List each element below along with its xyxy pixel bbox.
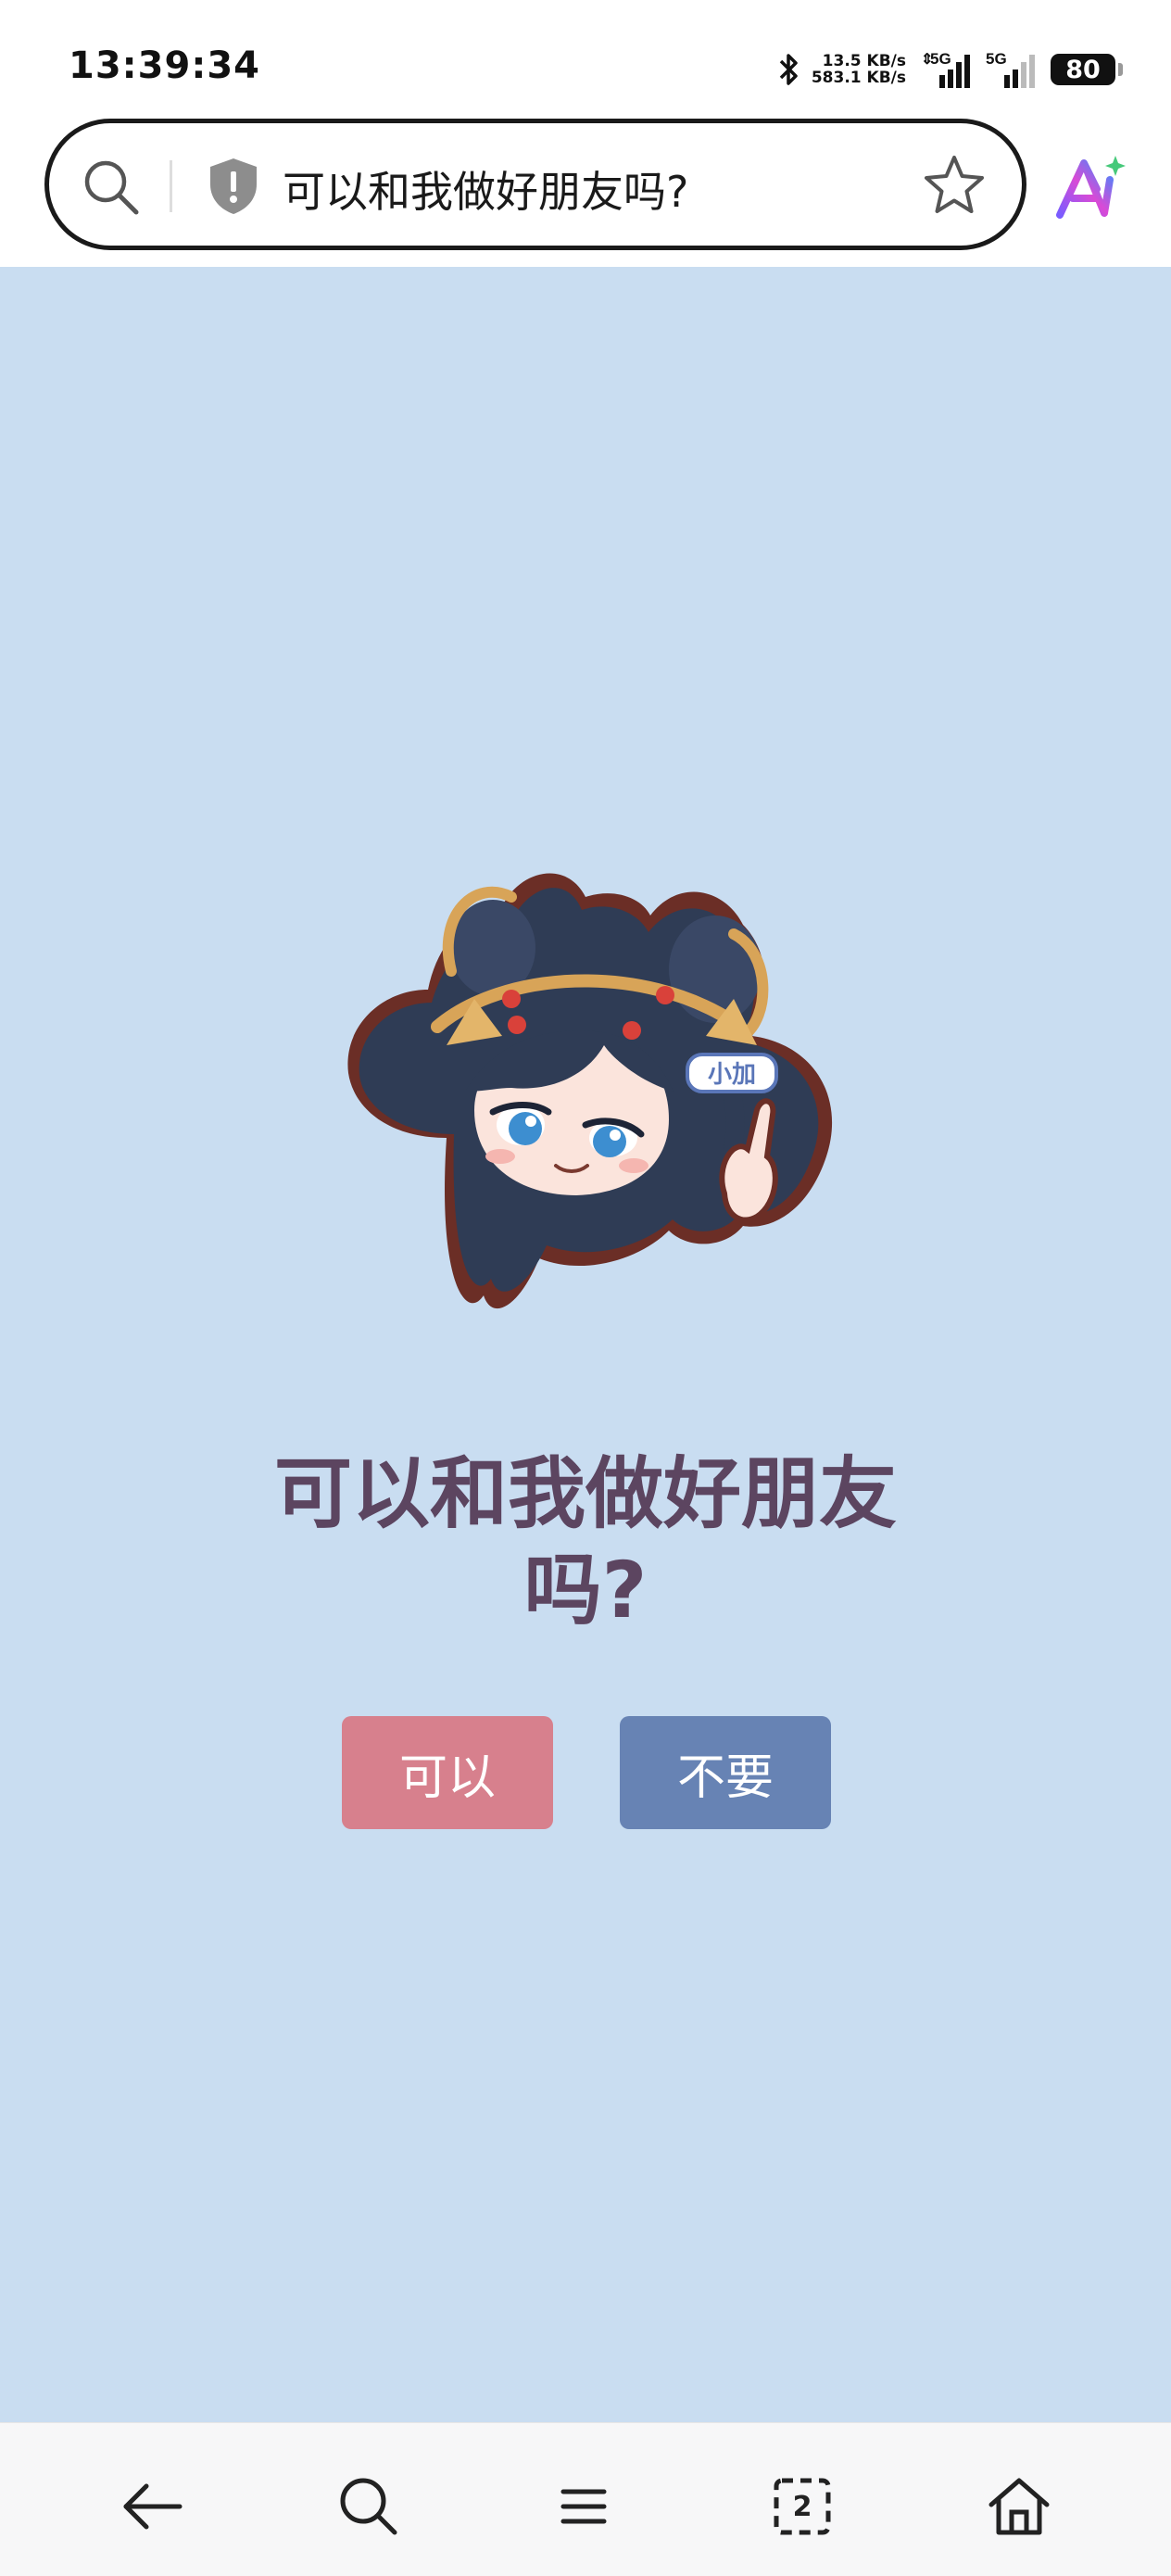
signal-icon: ⇕ 5G [921,50,970,88]
address-text[interactable]: 可以和我做好朋友吗? [283,158,688,220]
question-title: 可以和我做好朋友吗? [273,1448,897,1635]
signal-icon: 5G [986,50,1035,88]
anime-girl-sticker: 小加 [347,873,833,1309]
bottom-nav: 2 [0,2422,1171,2576]
status-time: 13:39:34 [69,44,260,87]
home-icon [988,2478,1050,2535]
menu-button[interactable] [550,2473,617,2540]
no-button[interactable]: 不要 [620,1716,831,1829]
upload-speed: 13.5 KB/s [822,52,906,70]
back-arrow-icon [123,2483,183,2530]
home-button[interactable] [986,2473,1052,2540]
sticker-tag: 小加 [708,1061,756,1089]
shield-icon[interactable] [207,157,260,216]
network-1-label: 5G [930,50,951,68]
status-icons: 13.5 KB/s 583.1 KB/s ⇕ 5G 5G 80 [778,46,1123,93]
search-icon[interactable] [82,158,140,216]
network-2-label: 5G [986,50,1007,68]
page-content: 小加 可以和我做好朋友吗? 可以 不要 [0,267,1171,2422]
download-speed: 583.1 KB/s [811,69,906,87]
network-speed: 13.5 KB/s 583.1 KB/s [812,53,906,86]
star-icon[interactable] [922,153,987,218]
bluetooth-icon [779,54,798,85]
search-button[interactable] [335,2473,402,2540]
address-bar[interactable]: 可以和我做好朋友吗? [44,119,1026,250]
yes-button[interactable]: 可以 [342,1716,553,1829]
battery-level: 80 [1065,55,1101,84]
menu-icon [560,2489,607,2524]
back-button[interactable] [119,2473,185,2540]
ai-assistant-icon[interactable] [1054,152,1128,222]
tab-count: 2 [792,2490,812,2523]
search-icon [340,2478,397,2535]
battery-icon: 80 [1051,54,1123,85]
address-divider [170,160,172,212]
tabs-button[interactable]: 2 [769,2473,836,2540]
status-bar: 13:39:34 13.5 KB/s 583.1 KB/s ⇕ 5G 5G 80 [0,0,1171,117]
